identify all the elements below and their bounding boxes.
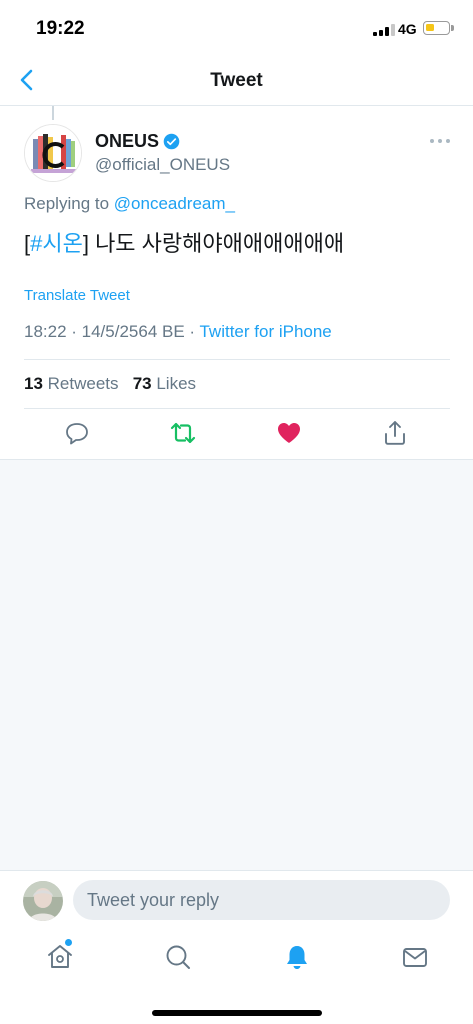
retweet-button[interactable] <box>168 418 198 448</box>
retweet-icon <box>170 422 196 444</box>
divider <box>24 359 450 360</box>
tab-notifications[interactable] <box>282 942 312 972</box>
battery-icon <box>423 21 450 35</box>
like-button[interactable] <box>274 418 304 448</box>
tweet-stats: 13 Retweets 73 Likes <box>24 374 196 394</box>
status-bar: 19:22 4G <box>0 0 473 56</box>
reply-mention-link[interactable]: @onceadream_ <box>114 194 235 213</box>
search-icon <box>166 945 190 969</box>
tab-search[interactable] <box>163 942 193 972</box>
tab-messages[interactable] <box>400 942 430 972</box>
replying-to: Replying to @onceadream_ <box>24 194 235 214</box>
more-options-button[interactable] <box>428 132 452 150</box>
home-icon <box>48 945 72 968</box>
author-name[interactable]: ONEUS <box>95 131 159 152</box>
tab-bar <box>0 932 473 1024</box>
like-icon <box>278 423 300 443</box>
user-avatar[interactable] <box>23 881 63 921</box>
likes-count: 73 <box>132 374 152 393</box>
status-time: 19:22 <box>36 18 85 39</box>
reply-composer <box>0 870 473 932</box>
divider <box>24 408 450 409</box>
author-handle[interactable]: @official_ONEUS <box>95 155 230 175</box>
reply-input[interactable] <box>73 880 450 920</box>
tweet-meta: 18:22 · 14/5/2564 BE · Twitter for iPhon… <box>24 322 332 342</box>
tweet-timestamp: 18:22 · 14/5/2564 BE · <box>24 322 200 341</box>
oneus-logo-image <box>25 125 81 181</box>
replying-to-label: Replying to <box>24 194 114 213</box>
home-notification-dot <box>65 939 72 946</box>
battery-tip <box>451 25 454 31</box>
tweet-actions <box>0 418 473 452</box>
user-avatar-image <box>23 881 63 921</box>
author-avatar[interactable] <box>24 124 82 182</box>
empty-replies-area <box>0 460 473 870</box>
verified-badge-icon <box>163 133 180 150</box>
share-button[interactable] <box>380 418 410 448</box>
hashtag-link[interactable]: #시온 <box>30 231 83 256</box>
retweets-stat[interactable]: 13 Retweets <box>24 374 119 393</box>
translate-tweet-link[interactable]: Translate Tweet <box>24 287 130 304</box>
signal-icon <box>373 24 395 36</box>
home-indicator <box>152 1010 322 1016</box>
battery-fill <box>426 24 434 31</box>
thread-line <box>52 106 54 120</box>
retweets-label: Retweets <box>42 374 119 393</box>
nav-header: Tweet <box>0 56 473 106</box>
network-label: 4G <box>398 21 417 37</box>
likes-stat[interactable]: 73 Likes <box>133 374 196 393</box>
tab-home[interactable] <box>45 942 75 972</box>
messages-icon <box>403 948 427 967</box>
page-title: Tweet <box>210 70 263 91</box>
reply-icon <box>66 423 88 445</box>
tweet-text: [#시온] 나도 사랑해야애애애애애애 <box>24 226 344 258</box>
share-icon <box>385 421 405 445</box>
notifications-icon <box>287 946 307 969</box>
likes-label: Likes <box>151 374 197 393</box>
tweet-source-link[interactable]: Twitter for iPhone <box>199 322 331 341</box>
reply-button[interactable] <box>62 418 92 448</box>
tweet-text-body: ] 나도 사랑해야애애애애애애 <box>82 231 345 256</box>
retweets-count: 13 <box>24 374 43 393</box>
